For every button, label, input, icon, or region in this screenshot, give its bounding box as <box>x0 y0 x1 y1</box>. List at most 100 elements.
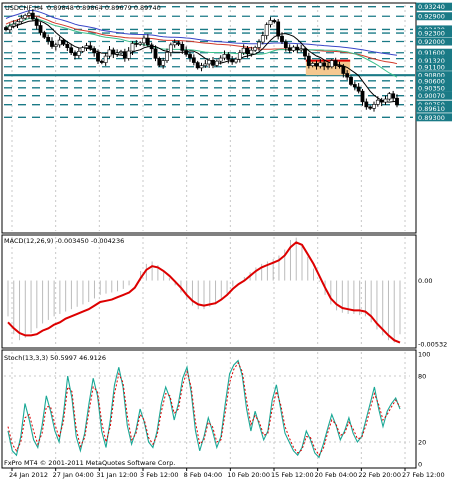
candle-body <box>4 27 8 31</box>
candle-body <box>234 58 238 63</box>
stoch-label: Stoch(13,3,3) 50.5997 46.9126 <box>4 354 106 362</box>
candle-body <box>130 43 135 52</box>
candle-body <box>283 41 288 48</box>
candle-body <box>345 73 350 78</box>
candle-body <box>126 50 131 59</box>
candle-body <box>303 48 307 57</box>
candle-body <box>153 48 158 59</box>
candle-body <box>142 37 146 44</box>
candle-body <box>84 45 89 48</box>
candle-body <box>245 47 250 55</box>
candle-body <box>107 49 112 57</box>
stoch-tick-label: 20 <box>418 439 426 447</box>
price-label: 0.89610 <box>418 105 445 113</box>
candle-body <box>237 52 242 60</box>
candle-body <box>287 47 292 51</box>
candle-body <box>207 60 212 65</box>
candle-body <box>61 39 66 45</box>
price-label: 0.90350 <box>418 84 445 92</box>
candle-body <box>291 46 296 51</box>
candle-body <box>7 25 12 31</box>
candle-body <box>42 32 47 38</box>
candle-body <box>391 93 396 99</box>
candle-body <box>314 63 319 67</box>
candle-body <box>53 44 58 47</box>
candle-body <box>368 106 373 109</box>
candle-body <box>268 20 273 25</box>
time-tick-label: 31 Jan 12:00 <box>96 471 137 479</box>
candle-body <box>395 97 399 106</box>
candle-body <box>188 54 192 59</box>
candle-body <box>295 46 300 51</box>
chart-canvas: USDCHF,H4 0.89848 0.89864 0.89679 0.8974… <box>1 2 452 479</box>
candle-body <box>203 63 208 66</box>
candle-body <box>383 98 388 103</box>
candle-body <box>337 65 342 67</box>
candle-body <box>280 35 284 43</box>
symbol-title: USDCHF,H4 <box>5 4 43 12</box>
macd-tick-label: -0.00532 <box>418 341 447 349</box>
candle-body <box>23 15 28 19</box>
candle-body <box>30 12 35 20</box>
candle-body <box>364 101 369 108</box>
price-panel-frame <box>1 2 417 234</box>
price-panel: USDCHF,H4 0.89848 0.89864 0.89679 0.8974… <box>1 2 452 234</box>
time-tick-label: 3 Feb 12:00 <box>140 471 179 479</box>
time-axis: 24 Jan 2012 27 Jan 04:00 31 Jan 12:00 3 Feb… <box>9 468 445 479</box>
candle-body <box>46 36 51 42</box>
candle-body <box>80 47 85 52</box>
price-label: 0.90070 <box>418 92 445 100</box>
candle-body <box>272 20 277 23</box>
candle-body <box>76 51 81 56</box>
candle-body <box>34 18 39 26</box>
candle-body <box>96 52 100 62</box>
candle-body <box>99 60 104 63</box>
candle-body <box>134 43 139 45</box>
candle-body <box>299 48 304 51</box>
macd-label: MACD(12,26,9) -0.003450 -0.004236 <box>4 237 124 245</box>
candle-body <box>50 40 54 47</box>
candle-body <box>122 51 127 59</box>
candle-body <box>322 62 327 67</box>
price-label: 0.91100 <box>418 63 445 71</box>
candle-body <box>38 25 43 33</box>
candle-body <box>19 17 24 22</box>
candle-body <box>57 39 62 46</box>
stochastic-axis: 100 80 20 0 <box>418 351 430 469</box>
candle-body <box>341 65 346 74</box>
candle-body <box>260 35 265 43</box>
ohlc-header: 0.89848 0.89864 0.89679 0.89740 <box>47 4 161 12</box>
candle-body <box>180 44 185 51</box>
price-axis: 0.932400.929000.924300.923000.920000.916… <box>416 2 452 122</box>
candle-body <box>226 54 231 60</box>
candle-body <box>356 86 361 92</box>
candle-body <box>191 57 196 63</box>
candle-body <box>257 41 261 48</box>
candle-body <box>119 51 123 54</box>
candle-body <box>92 48 97 54</box>
candle-body <box>218 57 223 62</box>
candle-body <box>241 47 246 54</box>
candle-body <box>149 44 154 50</box>
stoch-tick-label: 100 <box>418 351 430 359</box>
macd-tick-label: 0.00 <box>418 277 432 285</box>
candle-body <box>176 42 181 45</box>
candle-body <box>157 58 162 66</box>
price-label: 0.92300 <box>418 30 445 38</box>
macd-panel: MACD(12,26,9) -0.003450 -0.004236 0.00 -0… <box>1 234 447 349</box>
candle-body <box>349 76 353 85</box>
time-tick-label: 27 Jan 04:00 <box>53 471 94 479</box>
candle-body <box>88 45 93 49</box>
candle-body <box>65 44 70 48</box>
candle-body <box>11 23 16 27</box>
candle-body <box>352 84 357 88</box>
candle-body <box>387 93 392 100</box>
candle-body <box>145 37 150 46</box>
candle-body <box>329 60 334 68</box>
candle-body <box>276 21 281 37</box>
candle-body <box>165 52 169 61</box>
candle-body <box>211 60 215 66</box>
candle-body <box>172 42 177 46</box>
candle-body <box>161 60 166 66</box>
price-label: 0.93240 <box>418 3 445 11</box>
